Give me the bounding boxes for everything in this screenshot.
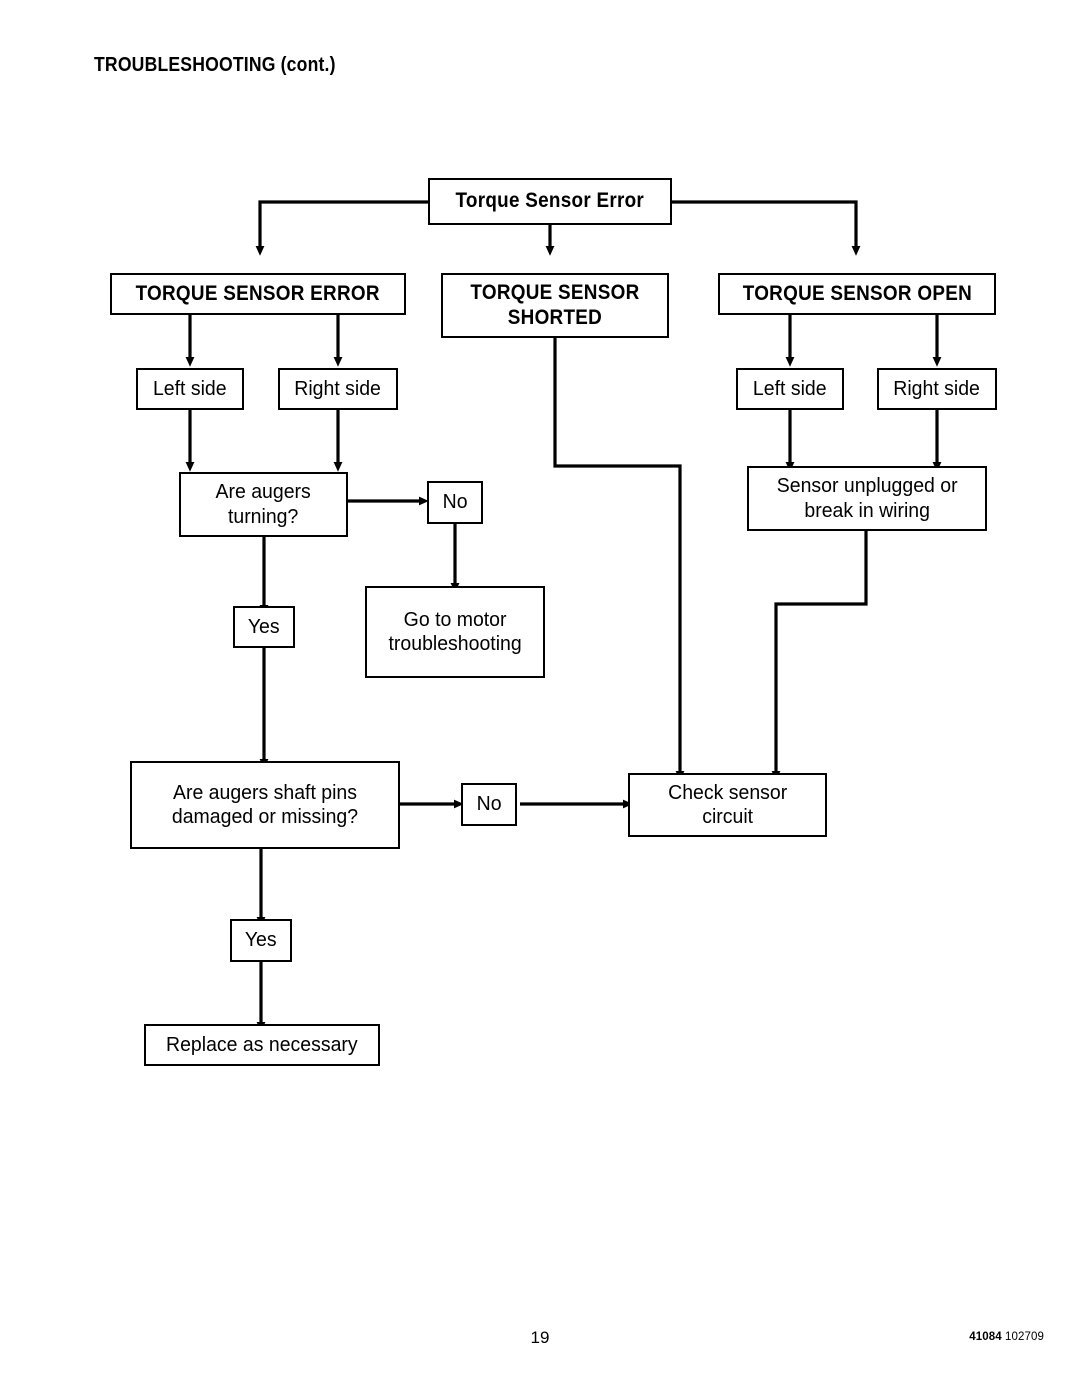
node-label: Go to motor troubleshooting xyxy=(383,608,528,656)
node-error-right-side[interactable]: Right side xyxy=(278,368,398,410)
node-label-line1: Are augers shaft pins xyxy=(172,780,358,804)
node-open-right-side[interactable]: Right side xyxy=(877,368,997,410)
node-label-line2: troubleshooting xyxy=(388,632,522,655)
node-label: Right side xyxy=(893,376,981,400)
node-label-line1: Go to motor xyxy=(403,607,507,631)
node-label: TORQUE SENSOR OPEN xyxy=(742,281,972,305)
node-replace-as-necessary[interactable]: Replace as necessary xyxy=(144,1024,380,1066)
node-label-line1: TORQUE SENSOR xyxy=(470,280,640,304)
edge-root-to-error xyxy=(255,200,430,256)
edge-shorted-to-check-sensor xyxy=(553,338,685,781)
node-label: Are augers shaft pins damaged or missing… xyxy=(166,781,364,829)
node-label: Torque Sensor Error xyxy=(455,189,645,213)
node-label: No xyxy=(476,792,502,816)
node-torque-sensor-error-root[interactable]: Torque Sensor Error xyxy=(428,178,672,225)
node-torque-sensor-open[interactable]: TORQUE SENSOR OPEN xyxy=(718,273,996,315)
node-label: No xyxy=(442,490,468,514)
node-label-line2: damaged or missing? xyxy=(171,805,359,828)
node-are-augers-turning[interactable]: Are augers turning? xyxy=(179,472,348,537)
footer-code-number: 41084 xyxy=(969,1331,1002,1343)
node-check-sensor-circuit[interactable]: Check sensor circuit xyxy=(628,773,827,837)
node-shaft-pins-no[interactable]: No xyxy=(461,783,517,826)
footer-page-number: 19 xyxy=(530,1328,550,1347)
node-sensor-unplugged-or-break[interactable]: Sensor unplugged or break in wiring xyxy=(747,466,987,531)
node-label-line2: turning? xyxy=(228,504,299,528)
edge-root-to-open xyxy=(671,200,861,256)
footer-document-code: 41084 102709 xyxy=(969,1331,1044,1343)
node-go-to-motor-troubleshooting[interactable]: Go to motor troubleshooting xyxy=(365,586,545,678)
edge-sensor-to-check-sensor xyxy=(771,531,868,781)
node-error-left-side[interactable]: Left side xyxy=(136,368,244,410)
node-label-line2: SHORTED xyxy=(507,305,603,329)
footer-code-date: 102709 xyxy=(1005,1331,1044,1343)
document-page: TROUBLESHOOTING (cont.) Torque Sensor Er… xyxy=(0,0,1080,1397)
node-augers-turning-yes[interactable]: Yes xyxy=(233,606,295,648)
troubleshooting-flowchart: Torque Sensor Error TORQUE SENSOR ERROR … xyxy=(0,0,1080,1250)
node-label-line1: Are augers xyxy=(215,480,312,504)
node-label: Left side xyxy=(153,376,227,400)
node-torque-sensor-error[interactable]: TORQUE SENSOR ERROR xyxy=(110,273,406,315)
node-label: Left side xyxy=(753,376,827,400)
node-label: TORQUE SENSOR ERROR xyxy=(135,281,381,305)
node-are-augers-shaft-pins[interactable]: Are augers shaft pins damaged or missing… xyxy=(130,761,400,849)
node-label: Check sensor circuit xyxy=(662,781,792,829)
node-label: Right side xyxy=(294,376,382,400)
node-label: Yes xyxy=(245,928,277,952)
node-label: Replace as necessary xyxy=(166,1032,358,1056)
node-label-line1: Sensor unplugged or xyxy=(776,474,958,498)
node-label-line2: break in wiring xyxy=(804,498,930,522)
node-augers-turning-no[interactable]: No xyxy=(427,481,483,524)
node-label-line1: Check sensor xyxy=(667,780,788,804)
node-torque-sensor-shorted[interactable]: TORQUE SENSOR SHORTED xyxy=(441,273,669,338)
node-shaft-pins-yes[interactable]: Yes xyxy=(230,919,292,962)
node-label: Are augers turning? xyxy=(210,480,317,528)
node-label: TORQUE SENSOR SHORTED xyxy=(465,281,645,331)
node-open-left-side[interactable]: Left side xyxy=(736,368,844,410)
node-label: Yes xyxy=(248,614,280,638)
node-label: Sensor unplugged or break in wiring xyxy=(771,474,963,522)
node-label-line2: circuit xyxy=(702,805,753,828)
